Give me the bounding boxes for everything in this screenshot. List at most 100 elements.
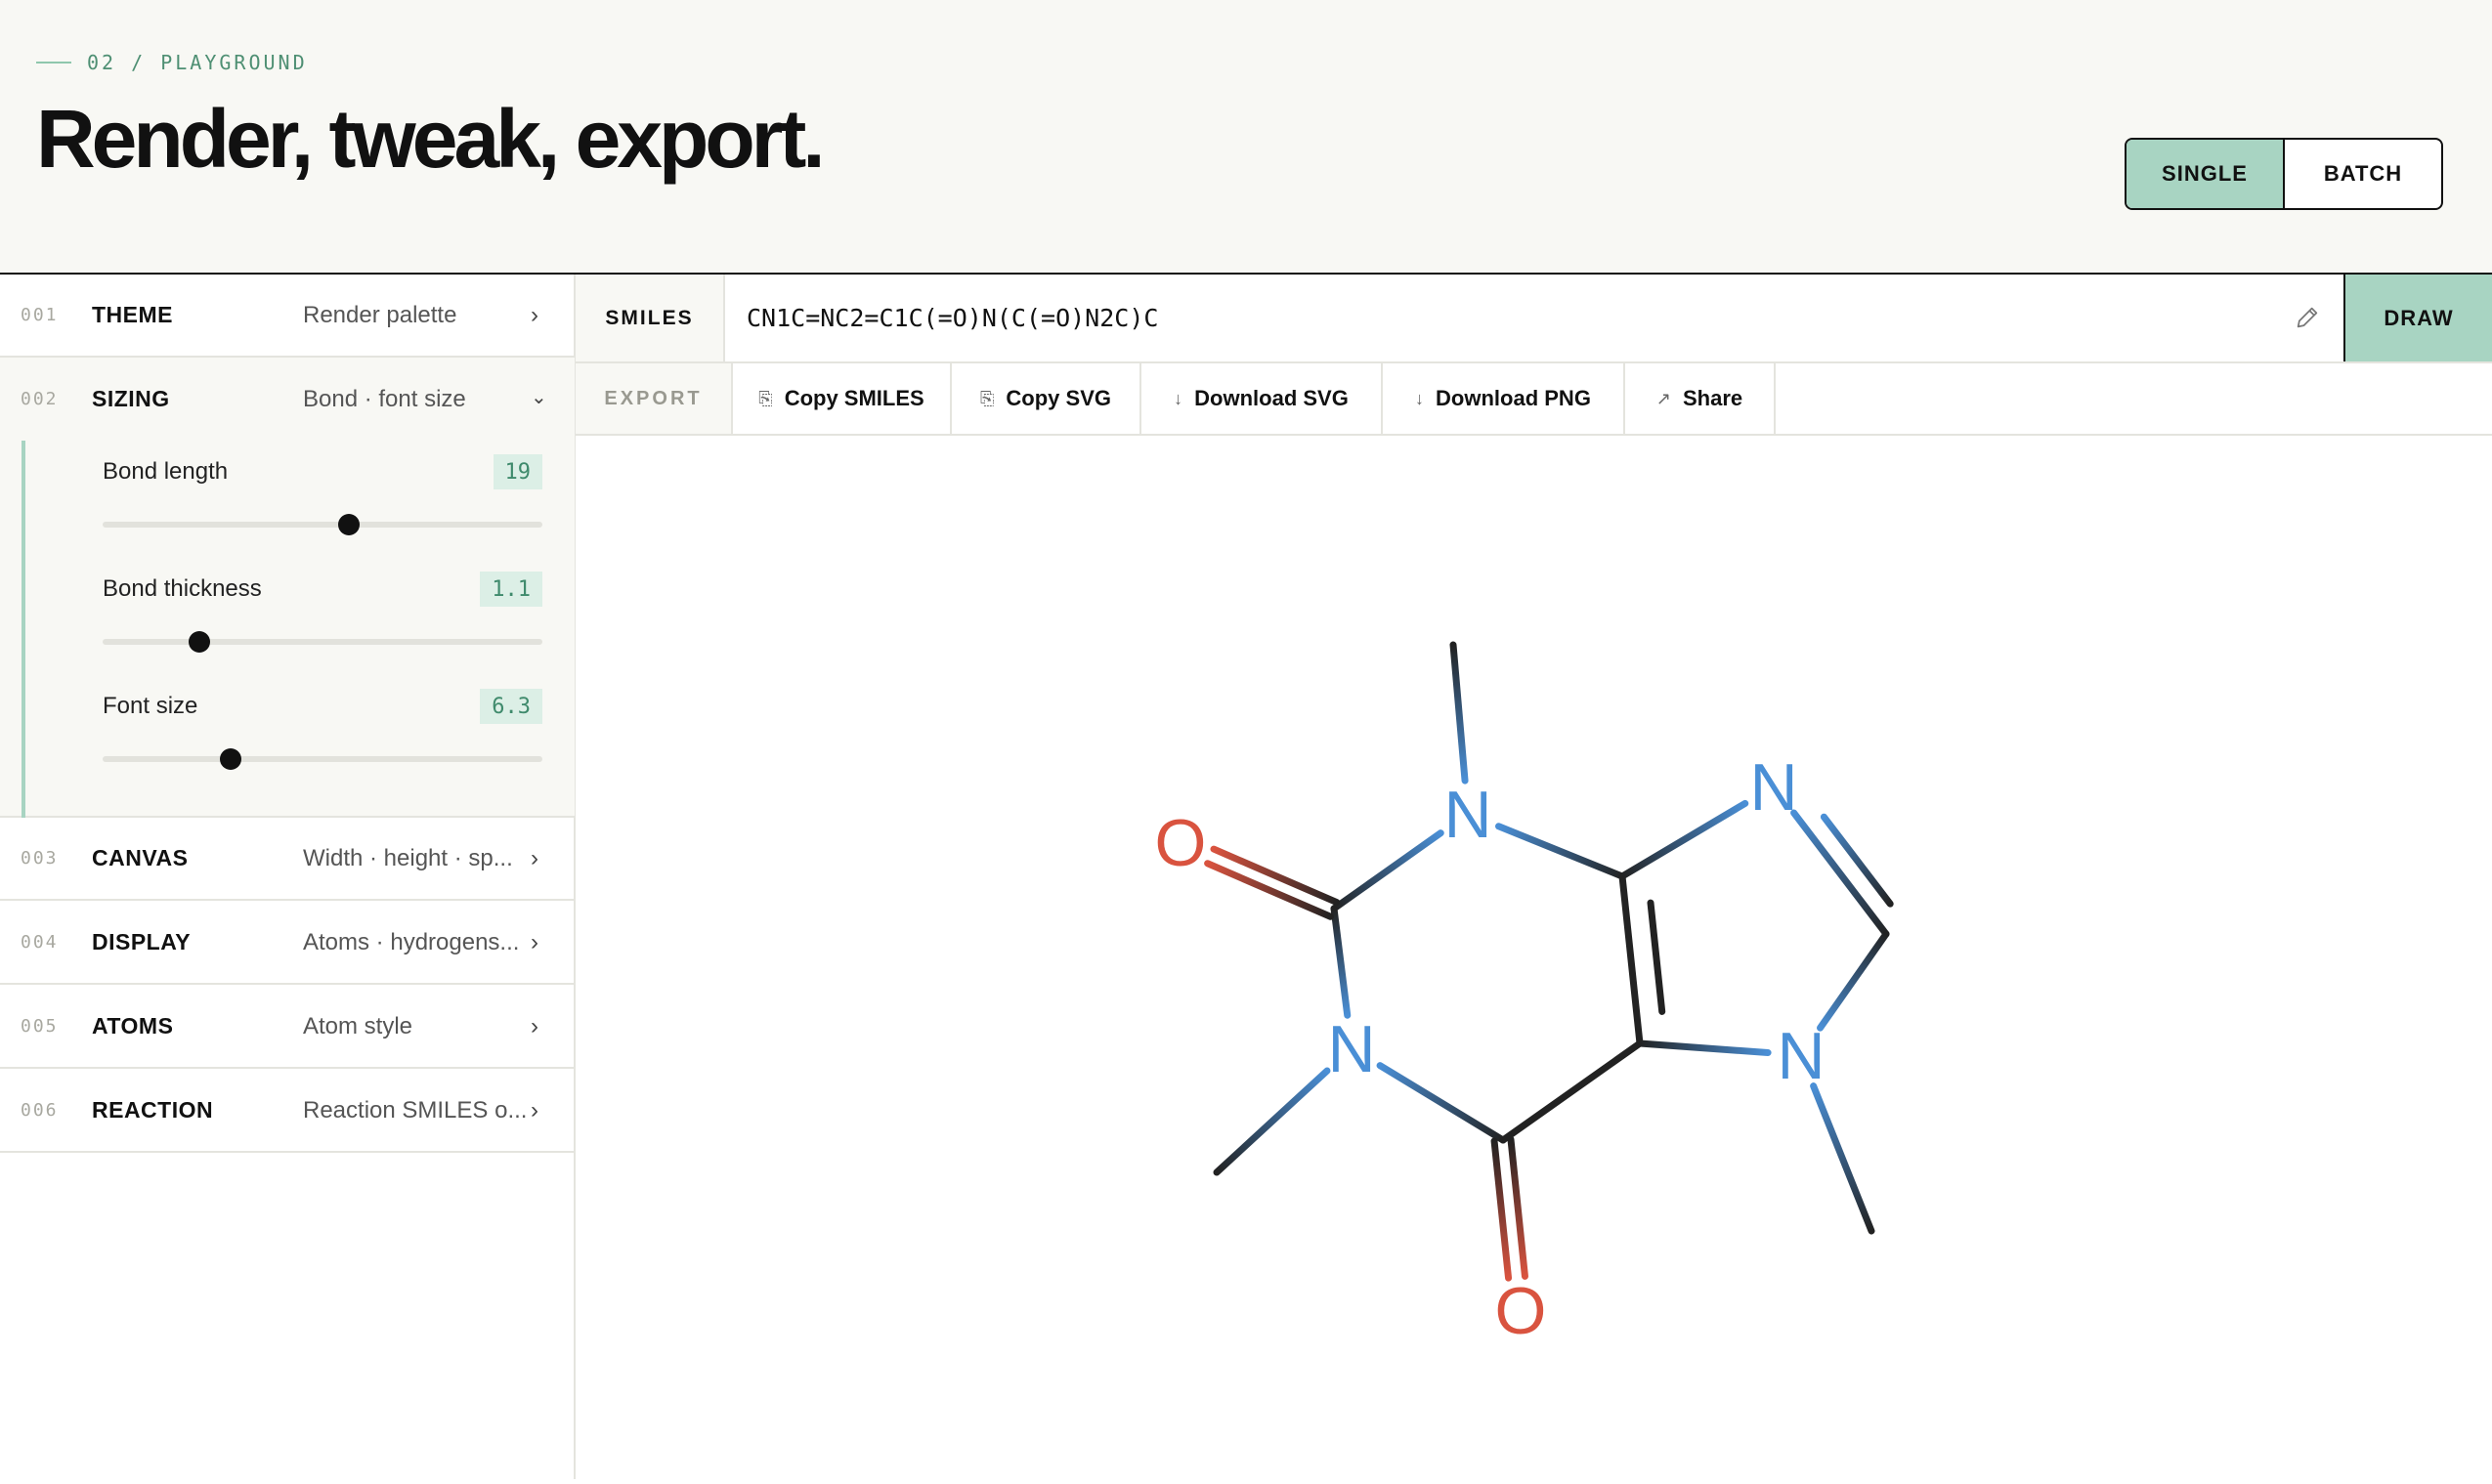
sidebar-item-reaction[interactable]: 006 REACTION Reaction SMILES o... › [0,1070,575,1153]
breadcrumb-dash [36,62,71,64]
sidebar-item-display[interactable]: 004 DISPLAY Atoms · hydrogens... › [0,902,575,985]
button-label: Copy SVG [1006,386,1111,410]
smiles-input[interactable] [725,275,2333,361]
copy-icon: ⎘ [758,388,773,408]
oxygen-atom-label: O [1155,806,1207,880]
bond-line [1817,930,1890,1032]
nitrogen-atom-label: N [1443,778,1491,852]
chevron-down-icon: ⌄ [531,387,547,408]
bond-thickness-control: Bond thickness 1.1 [103,558,542,665]
bond-line [1499,1039,1644,1144]
page-title: Render, tweak, export. [36,93,826,185]
bond-line [1618,872,1644,1047]
breadcrumb-text: 02 / PLAYGROUND [87,51,308,74]
item-name: REACTION [92,1097,214,1123]
control-label: Font size [103,693,198,719]
bond-line [1790,809,1890,938]
nitrogen-atom-label: N [1749,750,1797,825]
item-number: 001 [21,305,59,325]
chevron-right-icon: › [531,844,538,871]
bond-line [1376,1062,1507,1144]
mode-single-button[interactable]: SINGLE [2127,140,2285,208]
item-number: 005 [21,1016,59,1037]
button-label: Download SVG [1194,386,1349,410]
sidebar-item-atoms[interactable]: 005 ATOMS Atom style › [0,986,575,1069]
bond-line [1330,829,1444,912]
molecule-canvas: N N N N O O [576,436,2492,1479]
oxygen-atom-label: O [1495,1274,1547,1348]
item-number: 004 [21,932,59,953]
smiles-label: SMILES [576,275,725,361]
item-summary: Render palette [303,301,457,328]
chevron-right-icon: › [531,928,538,955]
slider-track[interactable] [103,756,542,762]
slider-track[interactable] [103,522,542,528]
control-value: 6.3 [480,689,542,724]
bond-line [1490,1137,1513,1282]
item-number: 002 [21,389,59,409]
sizing-panel: Bond length 19 Bond thickness 1.1 Font s… [0,441,575,818]
settings-sidebar: 001 THEME Render palette › 002 SIZING Bo… [0,275,576,1479]
bond-line [1507,1135,1528,1280]
mode-toggle: SINGLE BATCH [2125,138,2443,210]
page-header: 02 / PLAYGROUND Render, tweak, export. S… [0,0,2492,275]
bond-line [1449,641,1469,784]
item-name: DISPLAY [92,929,192,954]
slider-thumb[interactable] [338,514,360,535]
item-number: 006 [21,1100,59,1121]
breadcrumb: 02 / PLAYGROUND [36,51,308,74]
nitrogen-atom-label: N [1327,1012,1375,1086]
copy-icon: ⎘ [980,388,995,408]
sidebar-item-theme[interactable]: 001 THEME Render palette › [0,275,575,358]
button-label: Share [1682,386,1743,410]
bond-line [1810,1082,1875,1235]
download-png-button[interactable]: ↓ Download PNG [1383,363,1625,434]
pencil-icon[interactable] [2294,304,2321,331]
item-name: ATOMS [92,1013,174,1039]
sidebar-item-sizing[interactable]: 002 SIZING Bond · font size ⌄ [0,358,575,441]
button-label: Download PNG [1436,386,1591,410]
item-summary: Bond · font size [303,385,466,412]
chevron-right-icon: › [531,1012,538,1039]
copy-svg-button[interactable]: ⎘ Copy SVG [952,363,1141,434]
sidebar-item-canvas[interactable]: 003 CANVAS Width · height · sp... › [0,818,575,901]
bond-length-control: Bond length 19 [103,441,542,548]
nitrogen-atom-label: N [1777,1019,1825,1093]
draw-button[interactable]: DRAW [2343,275,2492,361]
item-summary: Width · height · sp... [303,844,513,871]
control-value: 19 [493,454,542,489]
slider-track[interactable] [103,639,542,645]
bond-line [1618,799,1749,880]
download-icon: ↓ [1415,388,1425,408]
item-summary: Atom style [303,1012,413,1039]
item-summary: Reaction SMILES o... [303,1096,528,1124]
mode-batch-button[interactable]: BATCH [2285,140,2441,208]
font-size-control: Font size 6.3 [103,675,542,783]
chevron-right-icon: › [531,301,538,328]
control-value: 1.1 [480,572,542,607]
bond-line [1636,1039,1772,1057]
item-name: CANVAS [92,845,189,870]
slider-thumb[interactable] [189,631,210,653]
control-label: Bond thickness [103,575,262,602]
download-svg-button[interactable]: ↓ Download SVG [1141,363,1383,434]
bond-line [1495,823,1626,880]
share-icon: ↗ [1655,388,1671,408]
slider-thumb[interactable] [219,748,241,770]
molecule-drawing: N N N N O O [1155,641,1894,1348]
item-name: SIZING [92,386,170,411]
download-icon: ↓ [1174,388,1183,408]
bond-line [1213,1067,1331,1176]
copy-smiles-button[interactable]: ⎘ Copy SMILES [733,363,952,434]
bond-line [1647,899,1666,1015]
button-label: Copy SMILES [784,386,924,410]
item-number: 003 [21,848,59,869]
export-label: EXPORT [576,363,733,434]
item-summary: Atoms · hydrogens... [303,928,520,955]
smiles-bar: SMILES DRAW [576,275,2492,363]
panel-accent-bar [21,441,25,818]
item-name: THEME [92,302,173,327]
share-button[interactable]: ↗ Share [1625,363,1776,434]
control-label: Bond length [103,458,229,485]
chevron-right-icon: › [531,1096,538,1124]
